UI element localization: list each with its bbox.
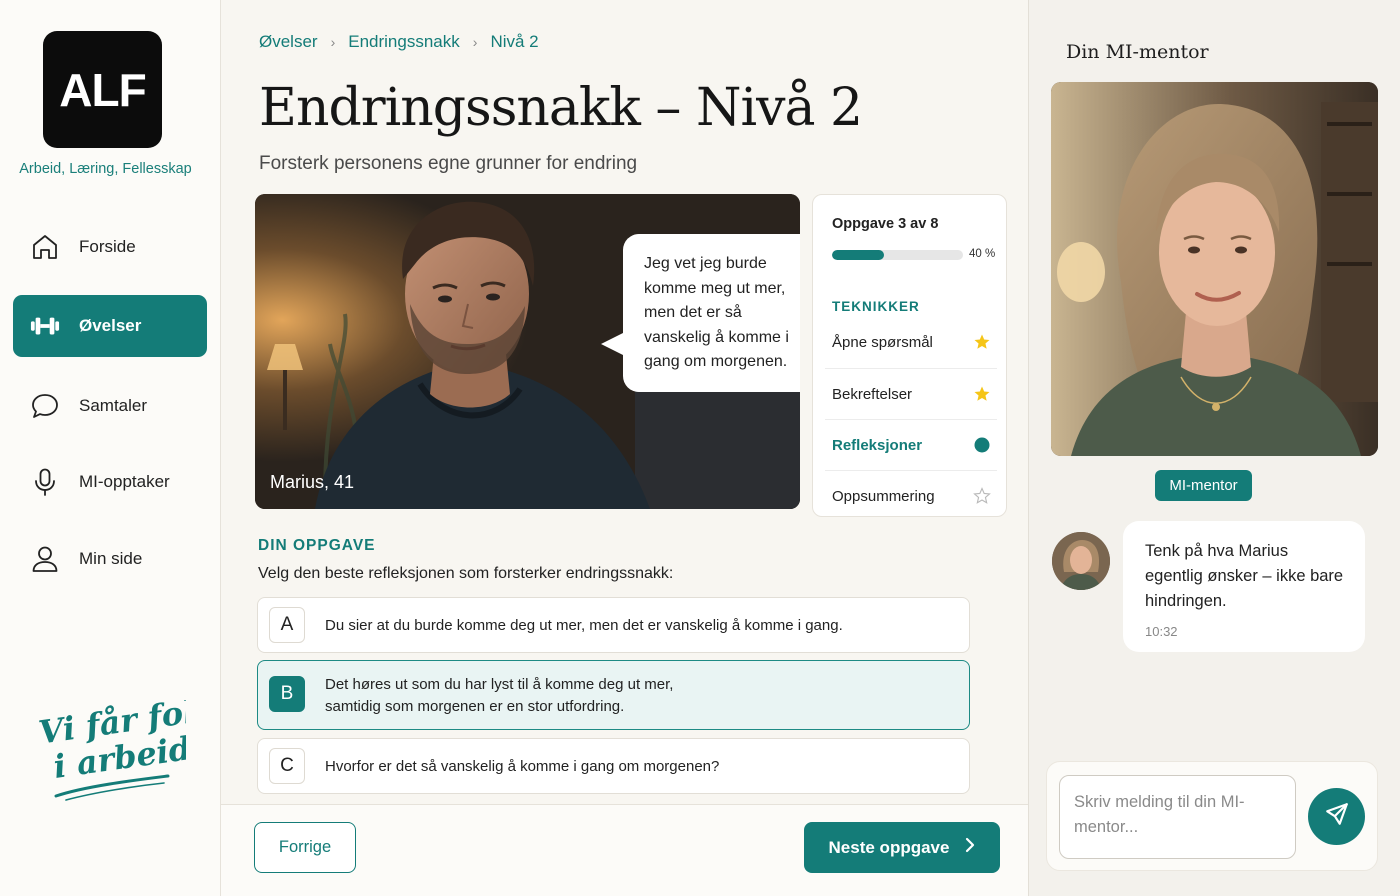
avatar <box>1052 532 1110 590</box>
footer-bar: Forrige Neste oppgave <box>221 804 1028 896</box>
answer-option-a[interactable]: A Du sier at du burde komme deg ut mer, … <box>257 597 970 653</box>
technique-oppsummering[interactable]: Oppsummering <box>825 470 997 521</box>
message-timestamp: 10:32 <box>1145 624 1178 639</box>
message-input[interactable] <box>1059 775 1296 859</box>
page-title: Endringssnakk – Nivå 2 <box>259 78 863 138</box>
sidebar-item-ovelser[interactable]: Øvelser <box>13 295 207 357</box>
person-caption: Marius, 41 <box>270 472 355 492</box>
sidebar-item-mi-opptaker[interactable]: MI-opptaker <box>13 451 207 513</box>
next-task-button-label: Neste oppgave <box>828 837 950 857</box>
techniques-heading: TEKNIKKER <box>832 299 920 314</box>
technique-label: Refleksjoner <box>832 436 923 454</box>
option-text: Hvorfor er det så vanskelig å komme i ga… <box>325 758 720 775</box>
sidebar-item-label: Forside <box>79 237 136 256</box>
task-heading: DIN OPPGAVE <box>258 537 376 554</box>
mentor-panel: Din MI-mentor MI-mentor Tenk på hva Mari… <box>1028 0 1400 896</box>
option-letter: A <box>269 607 305 643</box>
breadcrumb-link-endringssnakk[interactable]: Endringssnakk <box>348 32 460 52</box>
task-instruction: Velg den beste refleksjonen som forsterk… <box>258 565 674 582</box>
technique-bekreftelser[interactable]: Bekreftelser <box>825 368 997 419</box>
star-filled-icon <box>973 333 991 351</box>
technique-refleksjoner[interactable]: Refleksjoner <box>825 419 997 470</box>
dumbbell-icon <box>30 311 60 341</box>
technique-label: Bekreftelser <box>832 385 913 403</box>
technique-label: Åpne spørsmål <box>832 334 933 351</box>
alf-logo[interactable]: ALF <box>43 31 162 148</box>
mentor-photo <box>1051 82 1378 456</box>
star-filled-icon <box>973 385 991 403</box>
sidebar-item-label: Øvelser <box>79 316 142 335</box>
technique-apne-sporsmal[interactable]: Åpne spørsmål <box>825 317 997 368</box>
sidebar-item-samtaler[interactable]: Samtaler <box>13 375 207 437</box>
breadcrumb: Øvelser › Endringssnakk › Nivå 2 <box>259 32 539 52</box>
speech-bubble-tail <box>601 332 625 356</box>
option-text: Du sier at du burde komme deg ut mer, me… <box>325 617 843 634</box>
sidebar: ALF Arbeid, Læring, Fellesskap Forside Ø… <box>0 0 221 896</box>
slogan: Vi får folk i arbeid! <box>36 689 219 810</box>
breadcrumb-link-ovelser[interactable]: Øvelser <box>259 32 318 52</box>
sidebar-item-forside[interactable]: Forside <box>13 216 207 278</box>
mentor-message: Tenk på hva Marius egentlig ønsker – ikk… <box>1123 521 1365 652</box>
progress-percent: 40 % <box>969 248 996 260</box>
mentor-message-text: Tenk på hva Marius egentlig ønsker – ikk… <box>1145 542 1344 610</box>
progress-bar-fill <box>832 250 885 260</box>
sidebar-item-label: Min side <box>79 549 143 568</box>
chevron-right-icon <box>965 837 975 858</box>
option-letter: B <box>269 676 305 712</box>
page-subtitle: Forsterk personens egne grunner for endr… <box>259 153 638 174</box>
option-text: Det høres ut som du har lyst til å komme… <box>325 676 674 715</box>
technique-label: Oppsummering <box>832 487 935 505</box>
progress-bar <box>832 250 963 260</box>
send-icon <box>1324 801 1350 832</box>
star-outline-icon <box>973 487 991 505</box>
chevron-right-icon: › <box>330 34 336 50</box>
chat-bubble-icon <box>30 391 60 421</box>
next-task-button[interactable]: Neste oppgave <box>804 822 1000 873</box>
answer-option-b[interactable]: B Det høres ut som du har lyst til å kom… <box>257 660 970 730</box>
brand-tagline: Arbeid, Læring, Fellesskap <box>19 161 192 177</box>
sidebar-item-label: MI-opptaker <box>79 472 170 491</box>
task-counter: Oppgave 3 av 8 <box>832 216 939 232</box>
sidebar-item-min-side[interactable]: Min side <box>13 528 207 590</box>
progress-card: Oppgave 3 av 8 40 % TEKNIKKER Åpne spørs… <box>812 194 1007 517</box>
send-button[interactable] <box>1308 788 1365 845</box>
breadcrumb-current: Nivå 2 <box>490 32 539 51</box>
microphone-icon <box>30 467 60 497</box>
message-composer <box>1046 761 1378 871</box>
option-letter: C <box>269 748 305 784</box>
home-icon <box>30 232 60 262</box>
answer-option-c[interactable]: C Hvorfor er det så vanskelig å komme i … <box>257 738 970 794</box>
mentor-panel-title: Din MI-mentor <box>1066 41 1209 63</box>
mentor-portrait <box>1051 82 1378 456</box>
scenario-image: Jeg vet jeg burde komme meg ut mer, men … <box>255 194 800 509</box>
sidebar-item-label: Samtaler <box>79 396 148 415</box>
speech-bubble: Jeg vet jeg burde komme meg ut mer, men … <box>623 234 800 392</box>
previous-button[interactable]: Forrige <box>254 822 356 873</box>
chevron-right-icon: › <box>472 34 478 50</box>
mentor-badge: MI-mentor <box>1155 470 1252 501</box>
user-icon <box>30 544 60 574</box>
main-content: Øvelser › Endringssnakk › Nivå 2 Endring… <box>221 0 1028 896</box>
dot-icon <box>973 436 991 454</box>
previous-button-label: Forrige <box>278 838 332 856</box>
